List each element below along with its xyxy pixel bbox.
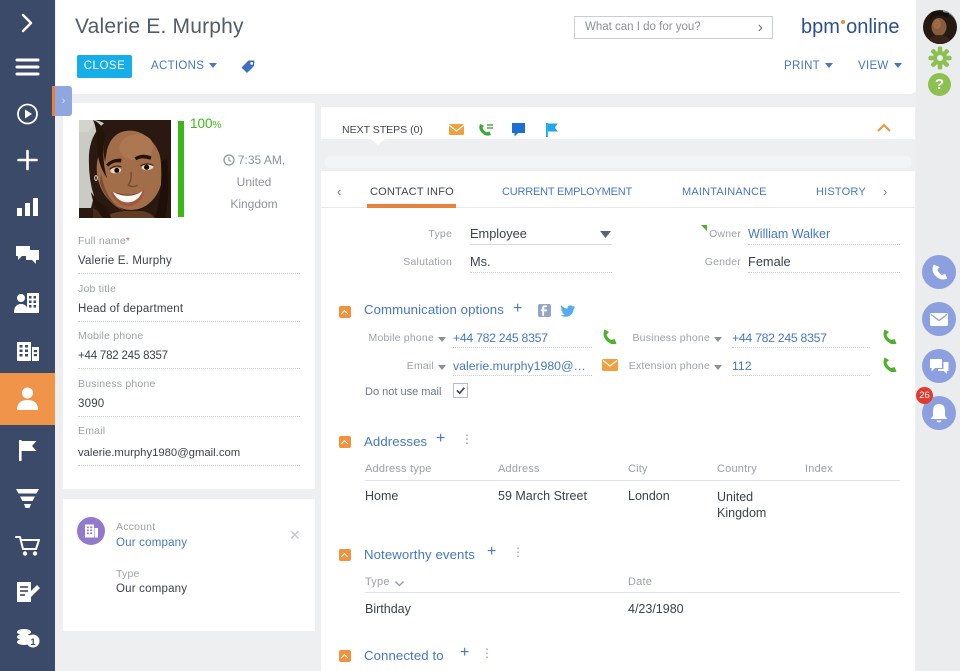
svg-text:1: 1	[30, 637, 35, 647]
